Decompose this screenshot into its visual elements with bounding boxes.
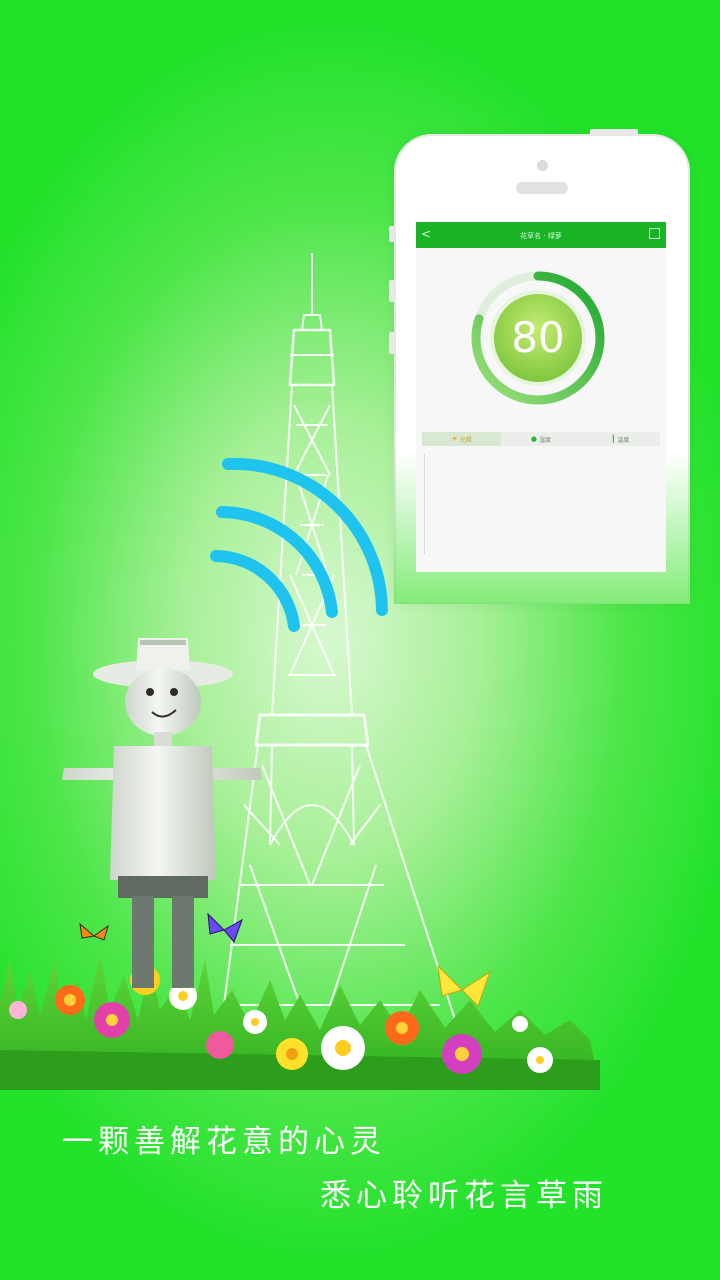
- share-icon: [649, 228, 660, 239]
- splash-screen: < 花草名 · 绿萝 80 ☀ 光照 ● 湿度 ┃ 温度 一颗善解花意的心灵 悉…: [0, 0, 720, 1280]
- flower: [385, 1011, 419, 1045]
- flower: [276, 1038, 308, 1070]
- phone-camera: [537, 160, 548, 171]
- flower: [94, 1002, 130, 1038]
- tab-label: 湿度: [539, 436, 552, 444]
- butterfly-icon: [437, 964, 491, 1007]
- flower: [206, 1031, 234, 1059]
- flower: [512, 1016, 528, 1032]
- thermometer-icon: ┃: [611, 435, 616, 443]
- tab-humidity[interactable]: ● 湿度: [501, 432, 580, 446]
- app-title: 花草名 · 绿萝: [520, 232, 562, 240]
- drop-icon: ●: [530, 435, 538, 443]
- scarecrow-character: [62, 638, 262, 988]
- phone-side-button: [389, 226, 395, 242]
- leg: [172, 896, 194, 988]
- slogan-line-2: 悉心聆听花言草雨: [320, 1178, 608, 1214]
- signal-arc: [210, 550, 300, 632]
- head: [125, 668, 201, 736]
- leg: [132, 896, 154, 988]
- torso: [110, 746, 216, 880]
- wifi-signal-icon: [210, 457, 388, 632]
- flower: [442, 1034, 482, 1074]
- tab-label: 温度: [617, 436, 630, 444]
- flower: [321, 1026, 365, 1070]
- flower: [9, 1001, 27, 1019]
- phone-speaker: [516, 182, 568, 194]
- gauge-value: 80: [511, 313, 565, 362]
- flower: [527, 1047, 553, 1073]
- flower: [243, 1010, 267, 1034]
- tab-temperature[interactable]: ┃ 温度: [581, 432, 660, 446]
- phone-top-button: [590, 129, 638, 136]
- signal-arc: [222, 457, 388, 616]
- slogan-line-1: 一颗善解花意的心灵: [62, 1124, 386, 1160]
